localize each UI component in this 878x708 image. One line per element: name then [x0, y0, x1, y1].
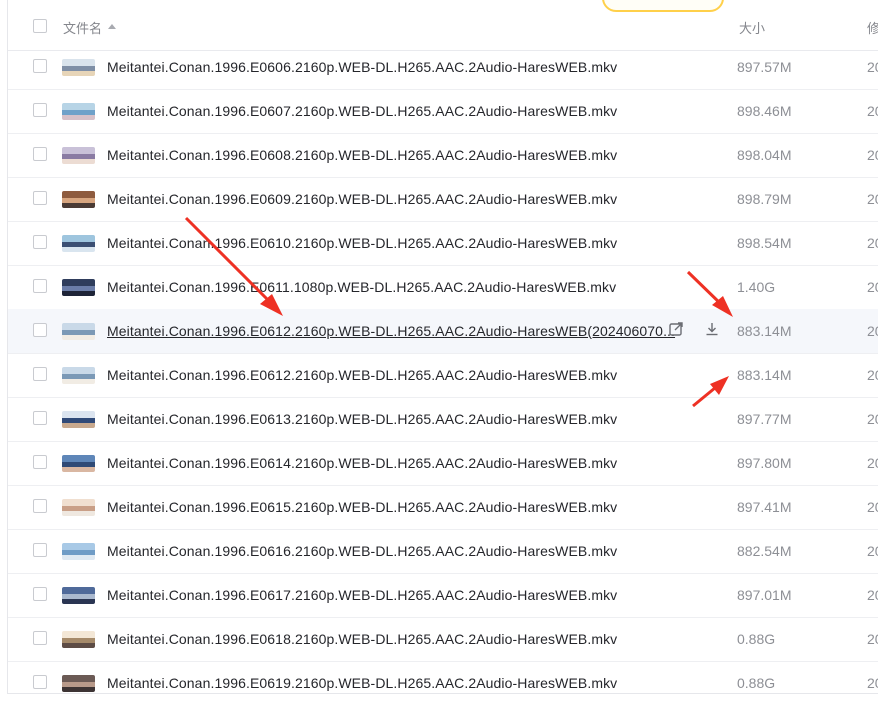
- file-modified-date: 20: [867, 235, 878, 251]
- file-name-link[interactable]: Meitantei.Conan.1996.E0616.2160p.WEB-DL.…: [107, 543, 617, 559]
- file-modified-date: 20: [867, 103, 878, 119]
- video-thumbnail[interactable]: [62, 675, 95, 692]
- file-size: 897.41M: [737, 499, 792, 515]
- column-modified-header[interactable]: 修: [867, 18, 878, 37]
- file-name-link[interactable]: Meitantei.Conan.1996.E0609.2160p.WEB-DL.…: [107, 191, 617, 207]
- file-row[interactable]: Meitantei.Conan.1996.E0608.2160p.WEB-DL.…: [8, 133, 878, 178]
- file-row[interactable]: Meitantei.Conan.1996.E0612.2160p.WEB-DL.…: [8, 353, 878, 398]
- file-modified-date: 20: [867, 455, 878, 471]
- file-size: 898.79M: [737, 191, 792, 207]
- video-thumbnail[interactable]: [62, 367, 95, 384]
- video-thumbnail[interactable]: [62, 323, 95, 340]
- file-modified-date: 20: [867, 587, 878, 603]
- file-row[interactable]: Meitantei.Conan.1996.E0618.2160p.WEB-DL.…: [8, 617, 878, 662]
- file-row[interactable]: Meitantei.Conan.1996.E0614.2160p.WEB-DL.…: [8, 441, 878, 486]
- file-row[interactable]: Meitantei.Conan.1996.E0616.2160p.WEB-DL.…: [8, 529, 878, 574]
- external-open-icon[interactable]: [668, 321, 684, 342]
- row-checkbox[interactable]: [33, 411, 47, 425]
- file-modified-date: 20: [867, 411, 878, 427]
- column-size-header[interactable]: 大小: [739, 18, 765, 37]
- video-thumbnail[interactable]: [62, 147, 95, 164]
- select-all-checkbox[interactable]: [33, 19, 47, 33]
- file-row[interactable]: Meitantei.Conan.1996.E0615.2160p.WEB-DL.…: [8, 485, 878, 530]
- file-name-link[interactable]: Meitantei.Conan.1996.E0610.2160p.WEB-DL.…: [107, 235, 617, 251]
- file-modified-date: 20: [867, 147, 878, 163]
- row-checkbox[interactable]: [33, 279, 47, 293]
- video-thumbnail[interactable]: [62, 455, 95, 472]
- row-checkbox[interactable]: [33, 675, 47, 689]
- file-row[interactable]: Meitantei.Conan.1996.E0612.2160p.WEB-DL.…: [8, 309, 878, 354]
- row-checkbox[interactable]: [33, 367, 47, 381]
- row-checkbox[interactable]: [33, 587, 47, 601]
- file-size: 882.54M: [737, 543, 792, 559]
- download-icon[interactable]: [704, 321, 720, 342]
- file-row[interactable]: Meitantei.Conan.1996.E0609.2160p.WEB-DL.…: [8, 177, 878, 222]
- file-name-link[interactable]: Meitantei.Conan.1996.E0612.2160p.WEB-DL.…: [107, 323, 675, 339]
- video-thumbnail[interactable]: [62, 631, 95, 648]
- file-name-link[interactable]: Meitantei.Conan.1996.E0617.2160p.WEB-DL.…: [107, 587, 617, 603]
- file-name-link[interactable]: Meitantei.Conan.1996.E0613.2160p.WEB-DL.…: [107, 411, 617, 427]
- file-modified-date: 20: [867, 631, 878, 647]
- file-name-link[interactable]: Meitantei.Conan.1996.E0607.2160p.WEB-DL.…: [107, 103, 617, 119]
- row-checkbox[interactable]: [33, 235, 47, 249]
- file-name-link[interactable]: Meitantei.Conan.1996.E0611.1080p.WEB-DL.…: [107, 279, 616, 295]
- file-modified-date: 20: [867, 543, 878, 559]
- file-row[interactable]: Meitantei.Conan.1996.E0607.2160p.WEB-DL.…: [8, 89, 878, 134]
- row-checkbox[interactable]: [33, 103, 47, 117]
- file-modified-date: 20: [867, 499, 878, 515]
- row-checkbox[interactable]: [33, 147, 47, 161]
- row-checkbox[interactable]: [33, 59, 47, 73]
- row-checkbox[interactable]: [33, 191, 47, 205]
- file-size: 1.40G: [737, 279, 776, 295]
- column-name-header[interactable]: 文件名: [63, 18, 102, 37]
- file-name-link[interactable]: Meitantei.Conan.1996.E0606.2160p.WEB-DL.…: [107, 59, 617, 75]
- video-thumbnail[interactable]: [62, 499, 95, 516]
- file-row[interactable]: Meitantei.Conan.1996.E0613.2160p.WEB-DL.…: [8, 397, 878, 442]
- file-size: 898.46M: [737, 103, 792, 119]
- file-name-link[interactable]: Meitantei.Conan.1996.E0619.2160p.WEB-DL.…: [107, 675, 617, 691]
- file-modified-date: 20: [867, 323, 878, 339]
- file-modified-date: 20: [867, 279, 878, 295]
- file-name-link[interactable]: Meitantei.Conan.1996.E0614.2160p.WEB-DL.…: [107, 455, 617, 471]
- file-size: 0.88G: [737, 631, 776, 647]
- file-size: 897.77M: [737, 411, 792, 427]
- file-name-link[interactable]: Meitantei.Conan.1996.E0618.2160p.WEB-DL.…: [107, 631, 617, 647]
- video-thumbnail[interactable]: [62, 103, 95, 120]
- file-modified-date: 20: [867, 367, 878, 383]
- file-modified-date: 20: [867, 675, 878, 691]
- video-thumbnail[interactable]: [62, 411, 95, 428]
- file-row[interactable]: Meitantei.Conan.1996.E0617.2160p.WEB-DL.…: [8, 573, 878, 618]
- row-checkbox[interactable]: [33, 455, 47, 469]
- row-checkbox[interactable]: [33, 543, 47, 557]
- row-checkbox[interactable]: [33, 323, 47, 337]
- file-row[interactable]: Meitantei.Conan.1996.E0606.2160p.WEB-DL.…: [8, 45, 878, 90]
- video-thumbnail[interactable]: [62, 191, 95, 208]
- video-thumbnail[interactable]: [62, 587, 95, 604]
- file-row[interactable]: Meitantei.Conan.1996.E0611.1080p.WEB-DL.…: [8, 265, 878, 310]
- file-row[interactable]: Meitantei.Conan.1996.E0610.2160p.WEB-DL.…: [8, 221, 878, 266]
- file-size: 898.04M: [737, 147, 792, 163]
- video-thumbnail[interactable]: [62, 543, 95, 560]
- file-list-header: 文件名 大小 修: [8, 0, 878, 51]
- sort-ascending-icon[interactable]: [108, 24, 116, 29]
- row-checkbox[interactable]: [33, 631, 47, 645]
- file-size: 897.01M: [737, 587, 792, 603]
- file-name-link[interactable]: Meitantei.Conan.1996.E0612.2160p.WEB-DL.…: [107, 367, 617, 383]
- file-size: 883.14M: [737, 323, 792, 339]
- video-thumbnail[interactable]: [62, 235, 95, 252]
- video-thumbnail[interactable]: [62, 279, 95, 296]
- file-row[interactable]: Meitantei.Conan.1996.E0619.2160p.WEB-DL.…: [8, 661, 878, 693]
- file-size: 897.80M: [737, 455, 792, 471]
- file-name-link[interactable]: Meitantei.Conan.1996.E0608.2160p.WEB-DL.…: [107, 147, 617, 163]
- file-name-link[interactable]: Meitantei.Conan.1996.E0615.2160p.WEB-DL.…: [107, 499, 617, 515]
- row-checkbox[interactable]: [33, 499, 47, 513]
- file-size: 0.88G: [737, 675, 776, 691]
- file-size: 898.54M: [737, 235, 792, 251]
- file-size: 883.14M: [737, 367, 792, 383]
- video-thumbnail[interactable]: [62, 59, 95, 76]
- file-modified-date: 20: [867, 191, 878, 207]
- file-modified-date: 20: [867, 59, 878, 75]
- file-size: 897.57M: [737, 59, 792, 75]
- file-list-panel: 文件名 大小 修 Meitantei.Conan.1996.E0606.2160…: [7, 0, 878, 694]
